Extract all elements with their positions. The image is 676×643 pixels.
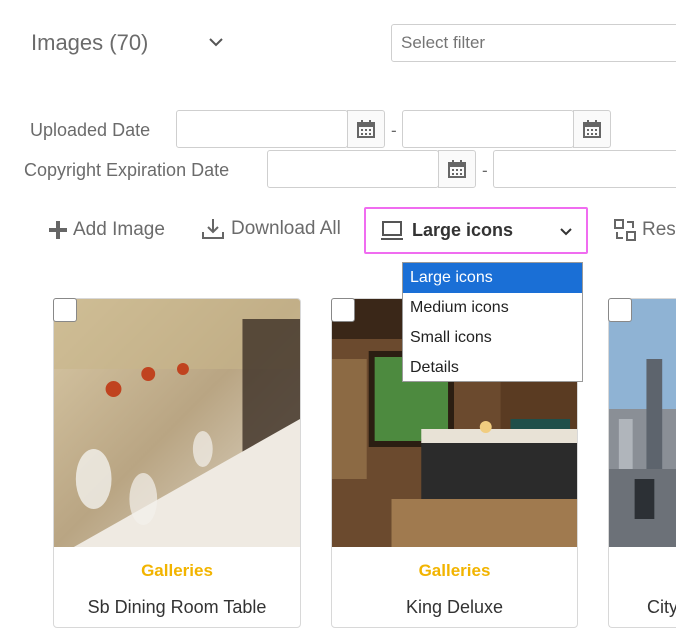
chevron-down-icon[interactable] [207, 33, 225, 51]
download-all-button[interactable]: Download All [201, 217, 341, 241]
copyright-date-label: Copyright Expiration Date [24, 160, 230, 180]
copyright-date-to[interactable] [493, 150, 676, 188]
uploaded-date-label: Uploaded Date [30, 120, 151, 140]
card-title: Sb Dining Room Table [87, 597, 267, 617]
option-small-icons[interactable]: Small icons [403, 323, 582, 353]
card-checkbox[interactable] [53, 298, 77, 322]
card-category: Galleries [418, 561, 491, 580]
card-checkbox[interactable] [331, 298, 355, 322]
dining-room-image [54, 299, 300, 547]
chevron-down-icon [560, 228, 572, 236]
option-medium-icons[interactable]: Medium icons [403, 293, 582, 323]
image-card[interactable]: Galleries Sb Dining Room Table [53, 298, 301, 628]
reset-button[interactable]: Res [614, 219, 676, 241]
calendar-icon[interactable] [573, 110, 611, 148]
uploaded-date-to[interactable] [402, 110, 574, 148]
download-icon [202, 219, 224, 239]
city-image [609, 299, 676, 547]
calendar-icon[interactable] [438, 150, 476, 188]
date-separator: - [391, 121, 397, 140]
monitor-icon [381, 220, 403, 240]
view-mode-value: Large icons [412, 220, 514, 240]
calendar-icon[interactable] [347, 110, 385, 148]
view-mode-dropdown: Large icons Medium icons Small icons Det… [402, 262, 583, 382]
view-mode-select[interactable]: Large icons [364, 207, 588, 254]
date-separator: - [482, 161, 488, 180]
card-title: King Deluxe [405, 597, 504, 617]
page-title: Images (70) [31, 30, 149, 55]
uploaded-date-from[interactable] [176, 110, 348, 148]
card-title: City [647, 597, 676, 617]
add-image-label: Add Image [73, 219, 165, 240]
reset-label: Res [642, 219, 676, 240]
card-category: Galleries [141, 561, 213, 580]
copyright-date-from[interactable] [267, 150, 439, 188]
option-details[interactable]: Details [403, 353, 582, 383]
plus-icon [49, 221, 67, 239]
download-all-label: Download All [231, 218, 341, 239]
image-card[interactable]: City [608, 298, 676, 628]
add-image-button[interactable]: Add Image [49, 219, 165, 241]
card-checkbox[interactable] [608, 298, 632, 322]
filter-input[interactable] [391, 24, 676, 62]
reset-icon [614, 219, 636, 241]
option-large-icons[interactable]: Large icons [403, 263, 582, 293]
